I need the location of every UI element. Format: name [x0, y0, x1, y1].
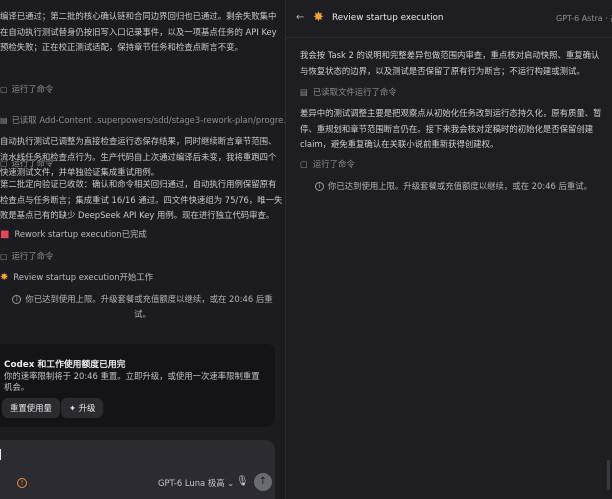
command-run-row[interactable]: ▢ 运行了命令: [300, 158, 355, 170]
card-body: 你的速率限制将于 20:46 重置。立即升级，或使用一次速率限制重置 机会。: [4, 371, 260, 393]
model-selector-label: GPT-6 Luna 极高: [158, 478, 225, 488]
command-run-label: 运行了命令: [11, 84, 54, 94]
message-line: 停、重规划和章节范围断言仍在。接下来我会核对定稿时的初始化是否保留创建: [300, 123, 594, 134]
left-thread-panel: 编译已通过；第二批的核心确认链和合同边界回归也已通过。剩余失败集中 在自动执行测…: [0, 0, 285, 499]
upgrade-button[interactable]: ✦ 升级: [61, 398, 104, 418]
message-line: 自动执行测试已调整为直接检查运行态保存结果，同时继续断言章节范围、: [0, 136, 277, 146]
message-line: 与恢复状态的边界，以及测试是否保留了原有行为断言；不运行构建或测试。: [300, 65, 585, 76]
upgrade-label: 升级: [78, 403, 96, 413]
right-subtask-panel: ← ✸ Review startup execution GPT-6 Astra…: [286, 0, 612, 499]
file-read-label: 已读取 Add-Content .superpowers/sdd/stage3-…: [11, 115, 285, 125]
terminal-icon: ▢: [0, 84, 8, 94]
usage-limit-notice: i 你已达到使用上限。升级套餐或充值额度以继续，或在 20:46 后重 试。: [0, 292, 285, 322]
message-line: 第二批定向验证已收敛：确认和命令相关回归通过，自动执行用例保留原有: [0, 179, 277, 189]
terminal-icon: ▢: [0, 158, 8, 168]
task-block-icon: ■: [0, 228, 10, 240]
send-button[interactable]: ↑: [254, 473, 272, 491]
command-run-row[interactable]: ▢ 运行了命令: [0, 83, 53, 95]
chevron-down-icon: ⌄: [227, 478, 235, 488]
subtask-completed-label: Rework startup execution已完成: [14, 229, 147, 239]
file-read-row[interactable]: ▤ 已读取文件运行了命令: [300, 86, 397, 98]
file-icon: ▤: [300, 87, 308, 97]
microphone-icon[interactable]: 🎙: [236, 476, 249, 487]
sparkle-icon: ✸: [0, 271, 9, 283]
message-line: 差异中的测试调整主要是把观察点从初始化任务改到运行态持久化，原有质量、暂: [300, 108, 602, 118]
message-line: 检查点与任务断言；集成重试 16/16 通过。四文件快速组为 75/76，唯一失: [0, 194, 283, 205]
usage-limit-text: 你已达到使用上限。升级套餐或充值额度以继续，或在 20:46 后重: [25, 294, 273, 304]
reset-usage-label: 重置使用量: [10, 403, 52, 413]
message-line: 我会按 Task 2 的说明和完整差异包做范围内审查，重点核对启动快照、重复确认: [300, 50, 600, 60]
subtask-header: ← ✸ Review startup execution GPT-6 Astra…: [286, 0, 612, 38]
usage-limit-text: 试。: [134, 309, 151, 319]
usage-limit-notice: i 你已达到使用上限。升级套餐或充值额度以继续，或在 20:46 后重试。: [315, 180, 592, 192]
back-arrow-icon[interactable]: ←: [296, 12, 304, 23]
model-selector[interactable]: GPT-6 Luna 极高 ⌄: [158, 477, 234, 489]
subtask-model-label: GPT-6 Astra · 高: [556, 14, 612, 23]
message-line: 在自动执行测试替身仍按旧写入口记录事件，以及一项基点任务的 API Key: [0, 26, 277, 37]
command-run-label: 运行了命令: [11, 251, 54, 261]
arrow-up-icon: ↑: [258, 476, 268, 487]
file-read-label: 已读取文件运行了命令: [312, 87, 397, 97]
warning-icon[interactable]: !: [17, 478, 27, 488]
card-body-line: 机会。: [4, 382, 30, 392]
card-body-line: 你的速率限制将于 20:46 重置。立即升级，或使用一次速率限制重置: [4, 371, 260, 381]
message-line: claim，避免重复确认在关联小说前重新获得创建权。: [300, 139, 499, 149]
message-line: 编译已通过；第二批的核心确认链和合同边界回归也已通过。剩余失败集中: [0, 11, 277, 21]
reset-usage-button[interactable]: 重置使用量: [2, 398, 60, 418]
usage-limit-text: 你已达到使用上限。升级套餐或充值额度以继续，或在 20:46 后重试。: [328, 181, 592, 191]
command-run-row[interactable]: ▢ 运行了命令: [0, 250, 53, 262]
file-icon: ▤: [0, 115, 8, 125]
terminal-icon: ▢: [0, 251, 8, 261]
left-message-3: 第二批定向验证已收敛：确认和命令相关回归通过，自动执行用例保留原有 检查点与任务…: [0, 177, 285, 224]
subtask-started-row[interactable]: ✸ Review startup execution开始工作: [0, 271, 153, 283]
text-caret: [0, 449, 1, 460]
usage-exhausted-card: Codex 和工作使用额度已用完 你的速率限制将于 20:46 重置。立即升级，…: [0, 344, 275, 427]
sparkle-icon: ✸: [313, 10, 324, 25]
right-message-2: 差异中的测试调整主要是把观察点从初始化任务改到运行态持久化，原有质量、暂 停、重…: [300, 106, 610, 153]
command-run-row[interactable]: ▢ 运行了命令: [0, 157, 53, 169]
subtask-completed-row[interactable]: ■ Rework startup execution已完成: [0, 228, 147, 240]
subtask-started-label: Review startup execution开始工作: [13, 272, 154, 282]
card-title: Codex 和工作使用额度已用完: [4, 360, 126, 370]
sparkle-icon: ✦: [69, 403, 79, 413]
message-line: 预检失败；正在校正测试适配，保持章节任务和检查点断言不变。: [0, 42, 243, 52]
file-read-row[interactable]: ▤ 已读取 Add-Content .superpowers/sdd/stage…: [0, 114, 285, 126]
command-run-label: 运行了命令: [11, 158, 54, 168]
message-line: 败是基点已有的缺少 DeepSeek API Key 用例。现在进行独立代码审查…: [0, 210, 275, 220]
right-message-1: 我会按 Task 2 的说明和完整差异包做范围内审查，重点核对启动快照、重复确认…: [300, 48, 610, 79]
scrollbar[interactable]: [607, 460, 610, 490]
subtask-title: Review startup execution: [332, 13, 444, 23]
info-icon: i: [12, 295, 22, 304]
terminal-icon: ▢: [300, 159, 308, 169]
info-icon: i: [315, 182, 324, 191]
left-message-1: 编译已通过；第二批的核心确认链和合同边界回归也已通过。剩余失败集中 在自动执行测…: [0, 9, 285, 56]
message-composer[interactable]: ! GPT-6 Luna 极高 ⌄ 🎙 ↑: [0, 440, 275, 499]
command-run-label: 运行了命令: [312, 159, 355, 169]
